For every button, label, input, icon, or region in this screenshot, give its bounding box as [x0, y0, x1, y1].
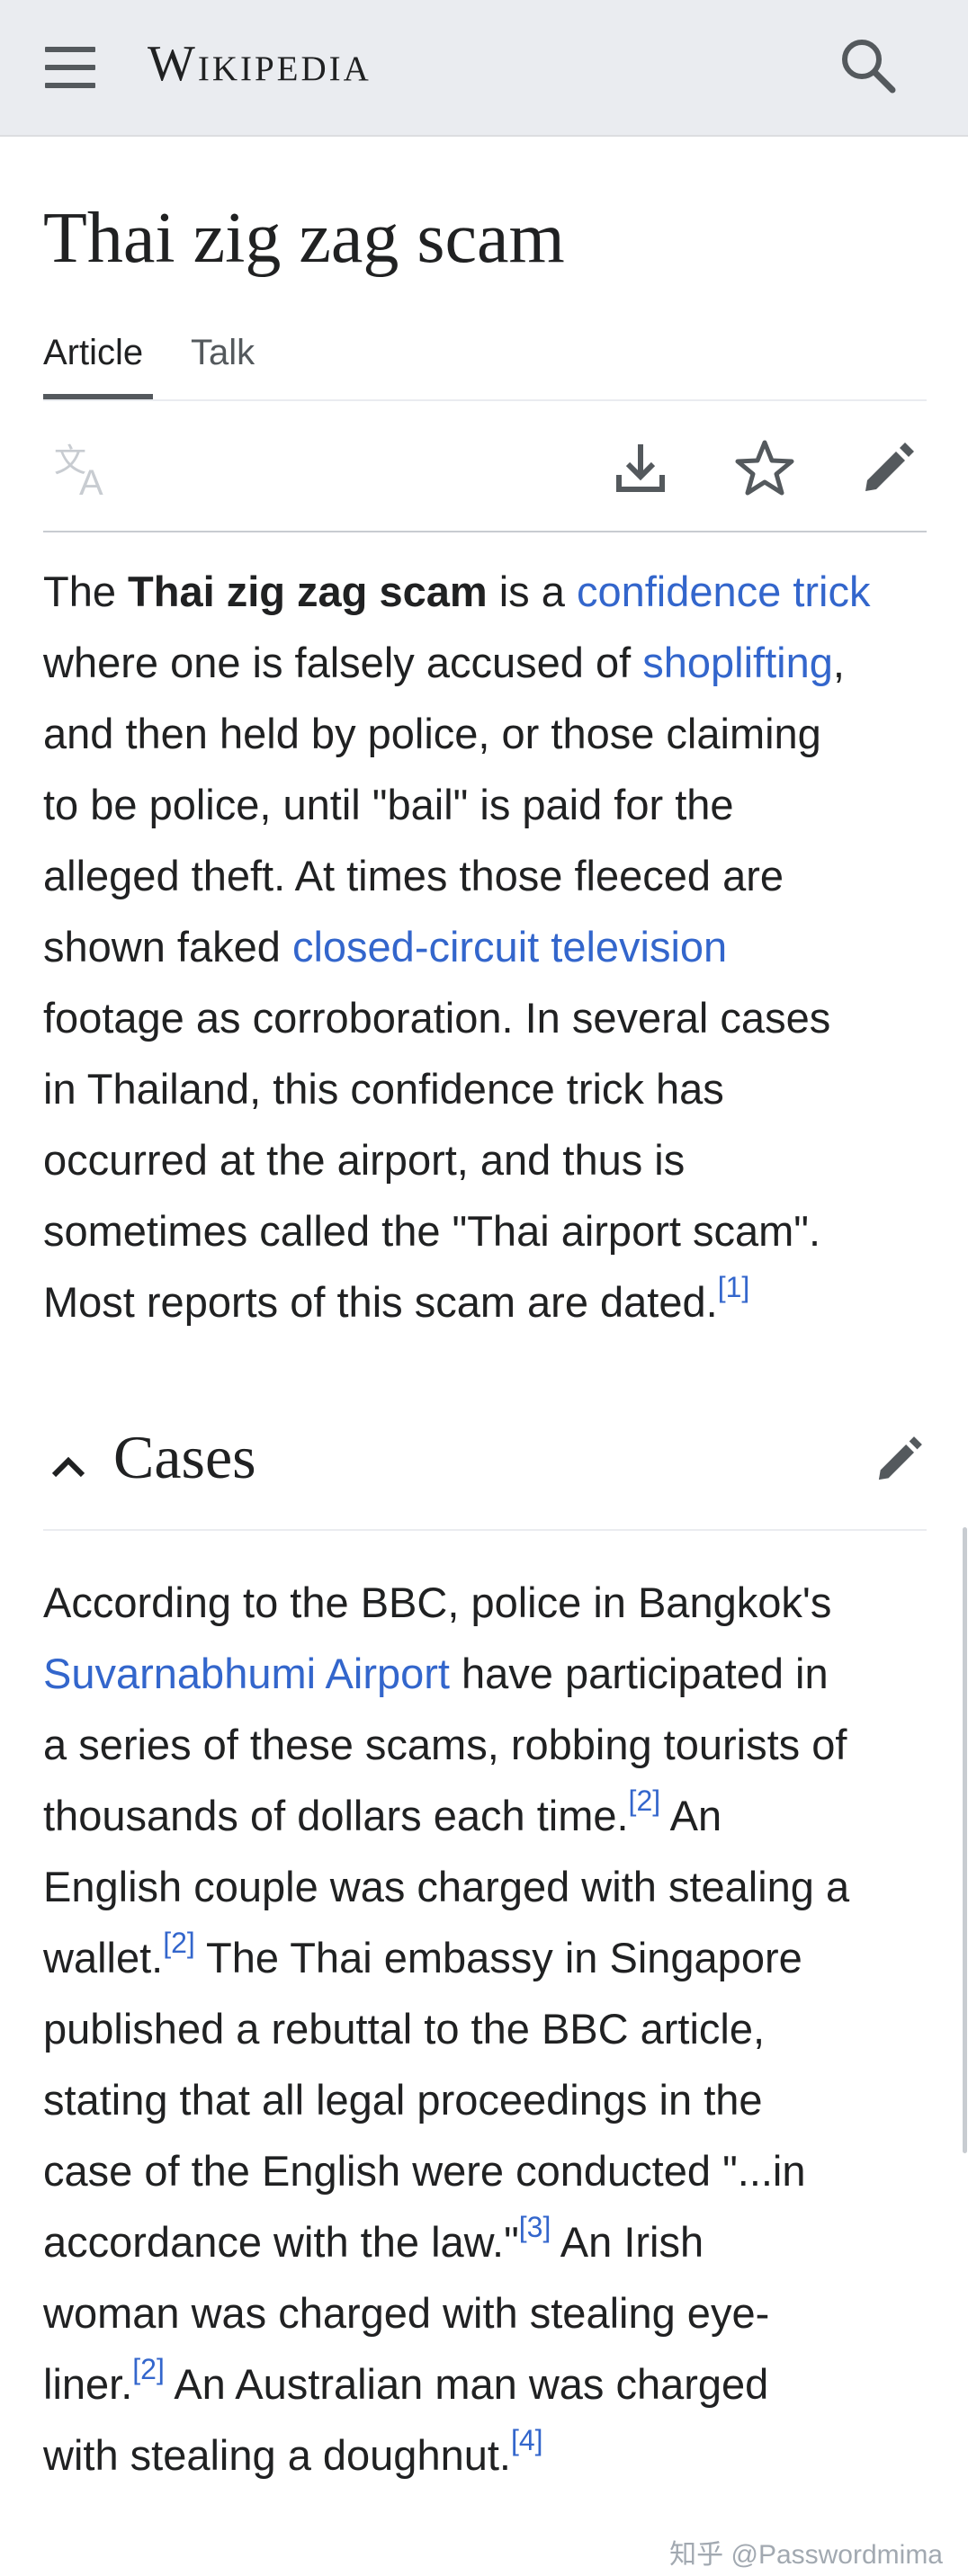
link-cctv[interactable]: closed-circuit television: [292, 923, 727, 970]
link-suvarnabhumi-airport[interactable]: Suvarnabhumi Airport: [43, 1650, 450, 1697]
active-tab-indicator: [43, 394, 153, 399]
section-edit-pencil-icon[interactable]: [871, 1430, 928, 1488]
tab-article[interactable]: Article: [43, 324, 143, 381]
intro-paragraph: The Thai zig zag scam is a confidence tr…: [43, 568, 871, 1326]
link-shoplifting[interactable]: shoplifting: [642, 639, 833, 686]
tab-talk[interactable]: Talk: [191, 324, 255, 381]
citation-2[interactable]: [2]: [629, 1784, 661, 1817]
citation-2c[interactable]: [2]: [132, 2353, 165, 2385]
watermark: 知乎 @Passwordmima: [669, 2540, 943, 2570]
citation-1[interactable]: [1]: [718, 1271, 750, 1303]
scrollbar[interactable]: [963, 1527, 967, 2153]
watch-star-icon[interactable]: [732, 435, 797, 500]
cases-paragraph: According to the BBC, police in Bangkok'…: [43, 1579, 850, 2479]
section-header-cases[interactable]: Cases: [43, 1412, 927, 1531]
download-icon[interactable]: [608, 435, 673, 500]
link-confidence-trick[interactable]: confidence trick: [577, 568, 871, 615]
edit-pencil-icon[interactable]: [856, 435, 921, 500]
hamburger-menu-icon[interactable]: [45, 43, 101, 92]
citation-4[interactable]: [4]: [511, 2424, 543, 2456]
search-icon[interactable]: [837, 34, 900, 97]
page-title: Thai zig zag scam: [43, 199, 565, 278]
citation-2b[interactable]: [2]: [163, 1927, 195, 1959]
article-subject-bold: Thai zig zag scam: [128, 568, 488, 615]
language-icon[interactable]: 文 A: [52, 435, 117, 500]
chevron-up-icon[interactable]: [49, 1446, 88, 1486]
citation-3[interactable]: [3]: [519, 2211, 551, 2243]
svg-text:A: A: [79, 463, 103, 500]
page-actions-toolbar: 文 A: [43, 401, 927, 532]
top-bar: Wikipedia: [0, 0, 968, 137]
article-tabs: Article Talk: [43, 324, 927, 401]
section-title-cases: Cases: [113, 1423, 256, 1491]
wikipedia-wordmark[interactable]: Wikipedia: [148, 32, 372, 95]
